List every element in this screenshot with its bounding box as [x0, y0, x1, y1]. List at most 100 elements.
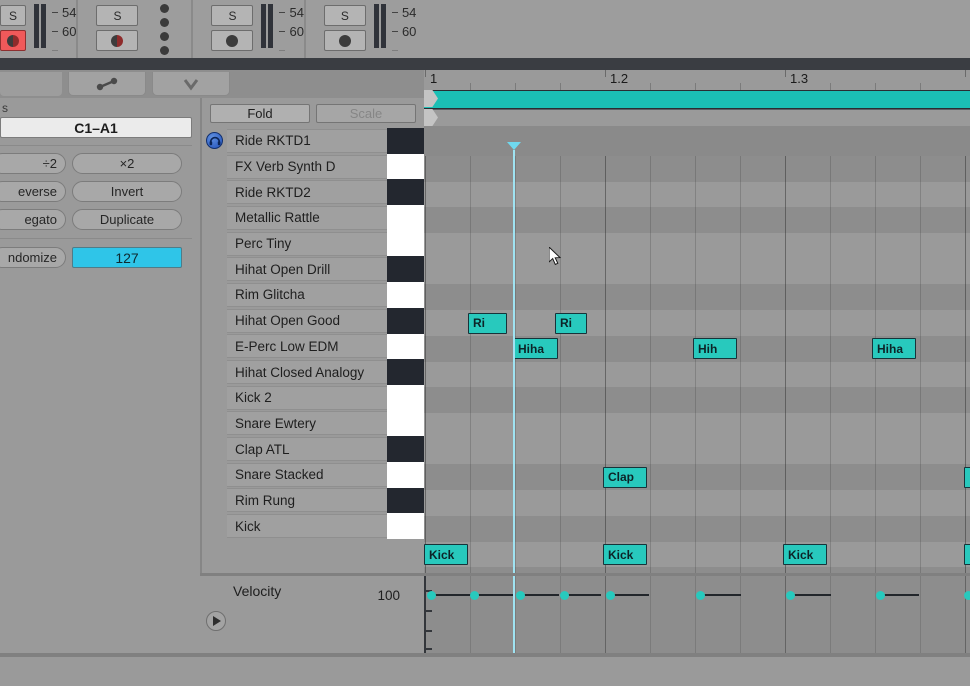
note-lane[interactable] [424, 438, 970, 465]
track-row[interactable]: Hihat Open Good [202, 307, 424, 334]
piano-key-white[interactable] [387, 205, 424, 231]
arm-record-button-3[interactable] [211, 30, 254, 51]
track-row[interactable]: Ride RKTD1 [202, 128, 424, 154]
piano-key-white[interactable] [387, 410, 424, 437]
note-lane[interactable] [424, 464, 970, 491]
note-lane[interactable] [424, 490, 970, 516]
piano-key-white[interactable] [387, 384, 424, 411]
midi-note[interactable]: Hiha [872, 338, 916, 360]
note-lane[interactable] [424, 181, 970, 208]
piano-key-black[interactable] [387, 128, 424, 154]
velocity-tab[interactable] [152, 72, 230, 96]
arm-record-button-2[interactable] [96, 30, 139, 51]
reverse-button[interactable]: everse [0, 181, 66, 202]
track-row[interactable]: Rim Glitcha [202, 282, 424, 308]
midi-note[interactable]: Hiha [513, 338, 558, 360]
arm-record-button-4[interactable] [323, 30, 366, 51]
mixer-strip-3[interactable]: S 54 60 [193, 0, 304, 58]
midi-note-grid[interactable]: 1 1.2 1.3 Ri Ri Hiha Hih Hiha Clap Kick Kick Kick [424, 70, 970, 653]
piano-key-white[interactable] [387, 282, 424, 308]
piano-key-black[interactable] [387, 359, 424, 385]
headphone-icon[interactable] [206, 132, 223, 150]
legato-button[interactable]: egato [0, 209, 66, 230]
velocity-handle[interactable] [606, 590, 615, 600]
piano-key-white[interactable] [387, 461, 424, 488]
track-row[interactable]: Kick 2 [202, 384, 424, 411]
velocity-editor-lane[interactable] [424, 573, 970, 653]
piano-key-black[interactable] [387, 436, 424, 462]
solo-button-2[interactable]: S [96, 5, 139, 26]
mixer-strip-4[interactable]: S 54 60 [305, 0, 417, 58]
velocity-amount-field[interactable]: 127 [72, 247, 182, 268]
velocity-handle[interactable] [876, 590, 885, 600]
piano-key-black[interactable] [387, 256, 424, 283]
mixer-strip-2[interactable]: S [78, 0, 192, 58]
clip-region-bar[interactable] [424, 90, 970, 109]
note-lane[interactable] [424, 361, 970, 388]
velocity-handle[interactable] [560, 590, 569, 600]
invert-button[interactable]: Invert [72, 181, 182, 202]
note-lane[interactable] [424, 541, 970, 568]
timeline-ruler[interactable]: 1 1.2 1.3 [424, 70, 970, 90]
velocity-handle[interactable] [696, 590, 705, 600]
scale-button[interactable]: Scale [316, 104, 416, 123]
note-lane[interactable] [424, 233, 970, 259]
midi-note[interactable] [964, 466, 970, 488]
envelope-tab[interactable] [68, 72, 146, 96]
note-lanes[interactable]: Ri Ri Hiha Hih Hiha Clap Kick Kick Kick [424, 156, 970, 641]
velocity-handle[interactable] [516, 590, 525, 600]
note-lane[interactable] [424, 515, 970, 542]
piano-key-white[interactable] [387, 513, 424, 539]
piano-key-white[interactable] [387, 153, 424, 180]
track-row[interactable]: Hihat Closed Analogy [202, 359, 424, 385]
velocity-handle[interactable] [964, 590, 970, 600]
track-row[interactable]: Hihat Open Drill [202, 256, 424, 283]
track-row[interactable]: Kick [202, 513, 424, 539]
piano-key-black[interactable] [387, 487, 424, 514]
piano-key-white[interactable] [387, 230, 424, 257]
duplicate-button[interactable]: Duplicate [72, 209, 182, 230]
fold-button[interactable]: Fold [210, 104, 310, 123]
velocity-handle[interactable] [470, 590, 479, 600]
note-lane[interactable] [424, 284, 970, 311]
loop-brace-bar[interactable] [424, 109, 970, 126]
double-duration-button[interactable]: ×2 [72, 153, 182, 174]
midi-note[interactable]: Ri [555, 312, 587, 334]
track-solo-slot[interactable] [202, 132, 227, 150]
midi-note[interactable]: Kick [603, 544, 647, 565]
velocity-handle[interactable] [427, 590, 436, 600]
midi-note[interactable]: Kick [424, 544, 468, 565]
track-row[interactable]: Snare Ewtery [202, 410, 424, 437]
midi-note[interactable]: Kick [783, 544, 827, 565]
track-row[interactable]: FX Verb Synth D [202, 153, 424, 180]
randomize-button[interactable]: ndomize [0, 247, 66, 268]
track-row[interactable]: Rim Rung [202, 487, 424, 514]
solo-button-1[interactable]: S [0, 5, 26, 26]
midi-note[interactable]: Clap [603, 466, 647, 488]
vertical-dots-icon[interactable] [138, 0, 191, 58]
solo-button-4[interactable]: S [323, 5, 366, 26]
solo-button-3[interactable]: S [211, 5, 254, 26]
arm-record-button-1[interactable] [0, 30, 26, 51]
loop-start-marker[interactable] [424, 109, 438, 126]
velocity-handle[interactable] [786, 590, 795, 600]
halve-duration-button[interactable]: ÷2 [0, 153, 66, 174]
preview-play-button[interactable] [206, 611, 226, 631]
mixer-strip-1[interactable]: S 54 60 [0, 0, 77, 58]
note-lane[interactable] [424, 258, 970, 285]
midi-note[interactable] [964, 544, 970, 565]
pitch-range-field[interactable]: C1–A1 [0, 117, 192, 138]
track-row[interactable]: Metallic Rattle [202, 205, 424, 231]
piano-key-black[interactable] [387, 307, 424, 334]
note-lane[interactable] [424, 413, 970, 439]
track-row[interactable]: Ride RKTD2 [202, 179, 424, 206]
track-row[interactable]: Snare Stacked [202, 461, 424, 488]
track-row[interactable]: E-Perc Low EDM [202, 333, 424, 360]
midi-note[interactable]: Ri [468, 312, 507, 334]
midi-note[interactable]: Hih [693, 338, 737, 360]
note-lane[interactable] [424, 156, 970, 182]
track-row[interactable]: Clap ATL [202, 436, 424, 462]
piano-key-black[interactable] [387, 179, 424, 206]
piano-key-white[interactable] [387, 333, 424, 360]
note-lane[interactable] [424, 207, 970, 234]
